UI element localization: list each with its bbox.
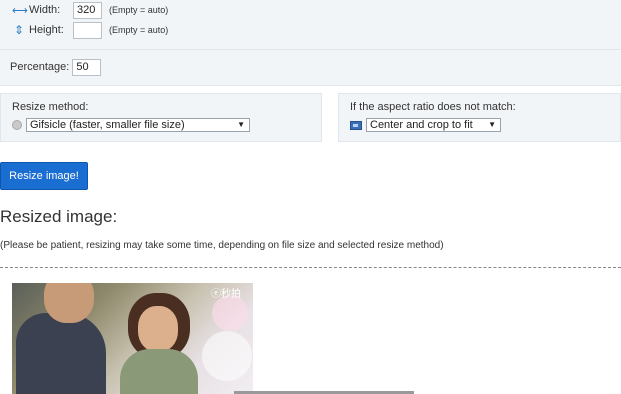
dropdown-arrow-icon: ▼ [488,120,496,129]
man-figure [16,313,106,394]
aspect-ratio-box: If the aspect ratio does not match: Cent… [338,93,621,142]
resized-image-preview: ⓔ秒拍 [12,283,253,394]
divider [0,49,621,50]
resize-method-label: Resize method: [12,101,89,113]
width-input[interactable] [73,1,102,19]
man-head [44,283,94,323]
vertical-arrows-icon: ⇕ [13,23,25,37]
percentage-row: Percentage: [10,58,102,76]
width-label: Width: [29,4,61,16]
resized-image-heading: Resized image: [0,207,118,226]
width-row: ⟷ Width: (Empty = auto) [12,1,168,19]
resize-image-button[interactable]: Resize image! [0,162,88,190]
aspect-ratio-label: If the aspect ratio does not match: [350,101,516,113]
resize-method-select[interactable]: Gifsicle (faster, smaller file size) ▼ [26,118,250,132]
resize-method-value: Gifsicle (faster, smaller file size) [30,119,185,131]
resize-method-control: Gifsicle (faster, smaller file size) ▼ [12,118,250,132]
video-watermark: ⓔ秒拍 [211,289,241,300]
aspect-ratio-value: Center and crop to fit [370,119,473,131]
woman-face [138,306,178,352]
horizontal-arrows-icon: ⟷ [12,4,28,17]
percentage-label: Percentage: [10,61,70,73]
size-options-panel: ⟷ Width: (Empty = auto) ⇕ Height: (Empty… [0,0,621,86]
background-bokeh [212,295,248,331]
height-input[interactable] [73,21,102,39]
dropdown-arrow-icon: ▼ [237,120,245,129]
background-bokeh [202,331,252,381]
percentage-input[interactable] [72,58,102,76]
dashed-separator [0,267,621,268]
gear-icon [12,120,22,130]
patience-note: (Please be patient, resizing may take so… [0,240,444,251]
aspect-ratio-select[interactable]: Center and crop to fit ▼ [366,118,501,132]
crop-icon [350,120,362,130]
height-row: ⇕ Height: (Empty = auto) [12,21,168,39]
resize-method-box: Resize method: Gifsicle (faster, smaller… [0,93,322,142]
height-label: Height: [29,24,64,36]
height-hint: (Empty = auto) [109,25,169,35]
aspect-ratio-control: Center and crop to fit ▼ [350,118,501,132]
width-hint: (Empty = auto) [109,5,169,15]
woman-figure [120,349,198,394]
